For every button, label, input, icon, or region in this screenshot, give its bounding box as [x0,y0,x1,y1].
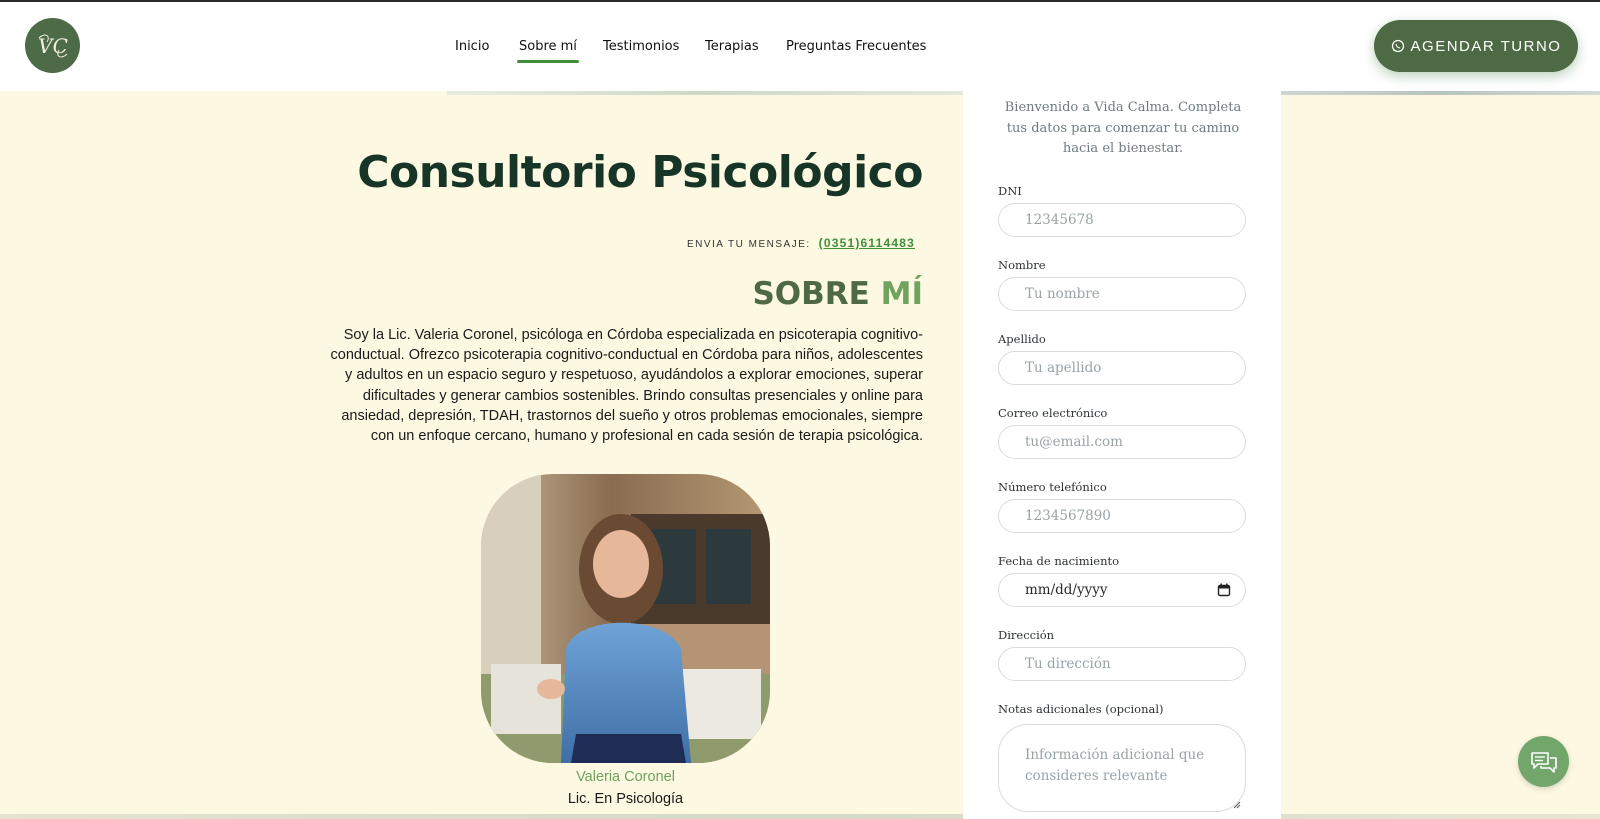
phone-link[interactable]: (0351)6114483 [819,236,915,250]
chat-icon [1530,751,1557,773]
dni-input[interactable]: 12345678 [998,203,1246,237]
fecha-nacimiento-input[interactable]: mm/dd/yyyy [998,573,1246,607]
logo[interactable]: VC [25,18,80,73]
registration-form: Bienvenido a Vida Calma. Completa tus da… [963,82,1281,819]
about-heading-part2: MÍ [880,276,923,312]
email-label: Correo electrónico [998,406,1108,420]
whatsapp-icon [1391,39,1404,53]
apellido-label: Apellido [998,332,1046,346]
resize-handle-icon[interactable] [1233,801,1241,809]
agendar-turno-label: AGENDAR TURNO [1410,37,1562,55]
nav-inicio[interactable]: Inicio [455,39,489,54]
fecha-nacimiento-label: Fecha de nacimiento [998,554,1120,568]
svg-text:VC: VC [38,34,68,58]
form-welcome-text: Bienvenido a Vida Calma. Completa tus da… [1004,100,1242,156]
direccion-input[interactable]: Tu dirección [998,647,1246,681]
fecha-nacimiento-value: mm/dd/yyyy [1025,582,1108,598]
notas-label: Notas adicionales (opcional) [998,702,1164,716]
nombre-label: Nombre [998,258,1046,272]
bottom-edge [0,814,1600,819]
nav-testimonios[interactable]: Testimonios [603,39,679,54]
apellido-input[interactable]: Tu apellido [998,351,1246,385]
profile-photo [481,474,770,763]
about-heading: SOBRE MÍ [752,276,923,312]
about-paragraph: Soy la Lic. Valeria Coronel, psicóloga e… [330,327,923,445]
logo-monogram-icon: VC [38,34,68,58]
contact-line: ENVIA TU MENSAJE: (0351)6114483 [687,236,915,250]
telefono-label: Número telefónico [998,480,1107,494]
site-header: VC Inicio Sobre mí Testimonios Terapias … [0,2,1600,91]
page-title: Consultorio Psicológico [357,147,923,198]
nav-terapias[interactable]: Terapias [705,39,759,54]
telefono-input[interactable]: 1234567890 [998,499,1246,533]
nav-preguntas-frecuentes[interactable]: Preguntas Frecuentes [786,39,926,54]
contact-label: ENVIA TU MENSAJE: [686,239,811,250]
direccion-label: Dirección [998,628,1055,642]
dni-label: DNI [998,184,1022,198]
agendar-turno-button[interactable]: AGENDAR TURNO [1374,20,1578,72]
nombre-input[interactable]: Tu nombre [998,277,1246,311]
email-input[interactable]: tu@email.com [998,425,1246,459]
calendar-icon[interactable] [1217,583,1231,597]
notas-placeholder: Información adicional que consideres rel… [1025,747,1205,784]
photo-caption-role: Lic. En Psicología [567,791,684,807]
photo-caption-name: Valeria Coronel [576,769,675,785]
chat-button[interactable] [1518,736,1569,787]
nav-sobre-mi[interactable]: Sobre mí [517,39,579,63]
about-heading-part1: SOBRE [752,276,870,312]
notas-textarea[interactable]: Información adicional que consideres rel… [998,724,1246,812]
